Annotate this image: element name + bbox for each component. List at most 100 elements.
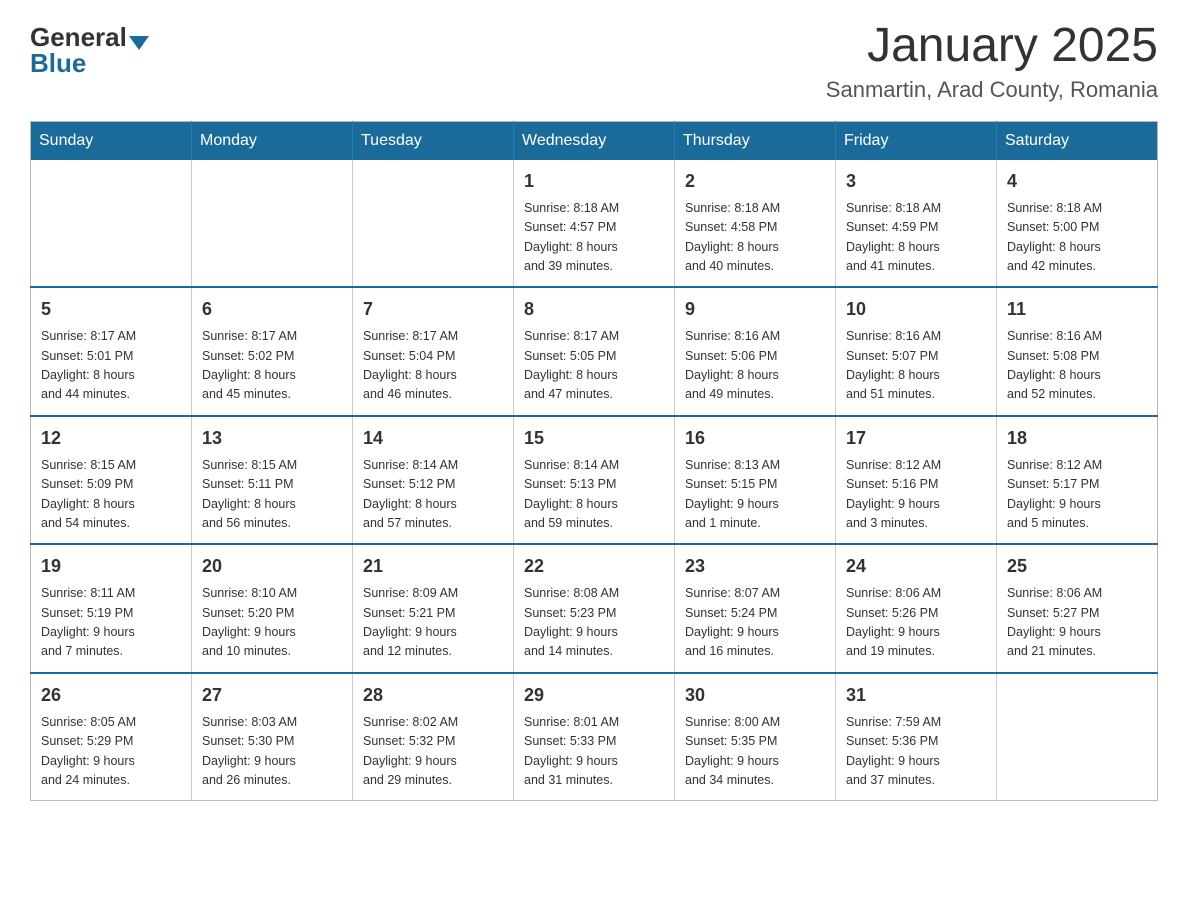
calendar-cell <box>997 673 1158 801</box>
calendar-week-4: 19 Sunrise: 8:11 AM Sunset: 5:19 PM Dayli… <box>31 544 1158 673</box>
calendar-cell: 15Sunrise: 8:14 AM Sunset: 5:13 PM Dayli… <box>514 416 675 545</box>
day-info: Sunrise: 8:08 AM Sunset: 5:23 PM Dayligh… <box>524 584 664 662</box>
day-info: Sunrise: 8:10 AM Sunset: 5:20 PM Dayligh… <box>202 584 342 662</box>
day-number: 6 <box>202 296 342 323</box>
day-info: Sunrise: 8:17 AM Sunset: 5:02 PM Dayligh… <box>202 327 342 405</box>
day-info: Sunrise: 8:09 AM Sunset: 5:21 PM Dayligh… <box>363 584 503 662</box>
logo-top-row: General <box>30 24 149 50</box>
calendar-cell: 18 Sunrise: 8:12 AM Sunset: 5:17 PM Dayli… <box>997 416 1158 545</box>
logo-blue-text: Blue <box>30 50 86 76</box>
calendar-cell: 14 Sunrise: 8:14 AM Sunset: 5:12 PM Dayli… <box>353 416 514 545</box>
day-info: Sunrise: 8:05 AM Sunset: 5:29 PM Dayligh… <box>41 713 181 791</box>
calendar-cell: 9 Sunrise: 8:16 AM Sunset: 5:06 PM Daylig… <box>675 287 836 416</box>
calendar-cell: 24Sunrise: 8:06 AM Sunset: 5:26 PM Dayli… <box>836 544 997 673</box>
day-info: Sunrise: 7:59 AM Sunset: 5:36 PM Dayligh… <box>846 713 986 791</box>
day-number: 31 <box>846 682 986 709</box>
calendar-cell: 17 Sunrise: 8:12 AM Sunset: 5:16 PM Dayli… <box>836 416 997 545</box>
day-info: Sunrise: 8:17 AM Sunset: 5:01 PM Dayligh… <box>41 327 181 405</box>
day-number: 29 <box>524 682 664 709</box>
title-block: January 2025 Sanmartin, Arad County, Rom… <box>826 20 1158 103</box>
day-info: Sunrise: 8:15 AM Sunset: 5:11 PM Dayligh… <box>202 456 342 534</box>
calendar-cell: 11Sunrise: 8:16 AM Sunset: 5:08 PM Dayli… <box>997 287 1158 416</box>
day-number: 14 <box>363 425 503 452</box>
calendar-cell: 25 Sunrise: 8:06 AM Sunset: 5:27 PM Dayli… <box>997 544 1158 673</box>
calendar-cell: 27Sunrise: 8:03 AM Sunset: 5:30 PM Dayli… <box>192 673 353 801</box>
calendar-cell: 19 Sunrise: 8:11 AM Sunset: 5:19 PM Dayli… <box>31 544 192 673</box>
calendar-body: 1 Sunrise: 8:18 AM Sunset: 4:57 PM Daylig… <box>31 160 1158 801</box>
calendar-cell: 16Sunrise: 8:13 AM Sunset: 5:15 PM Dayli… <box>675 416 836 545</box>
day-number: 18 <box>1007 425 1147 452</box>
day-number: 3 <box>846 168 986 195</box>
logo-arrow-icon <box>129 36 149 50</box>
day-number: 10 <box>846 296 986 323</box>
weekday-header-friday: Friday <box>836 121 997 160</box>
logo-general-text: General <box>30 24 127 50</box>
day-info: Sunrise: 8:16 AM Sunset: 5:07 PM Dayligh… <box>846 327 986 405</box>
day-info: Sunrise: 8:15 AM Sunset: 5:09 PM Dayligh… <box>41 456 181 534</box>
day-number: 26 <box>41 682 181 709</box>
calendar-cell: 26 Sunrise: 8:05 AM Sunset: 5:29 PM Dayli… <box>31 673 192 801</box>
day-info: Sunrise: 8:14 AM Sunset: 5:12 PM Dayligh… <box>363 456 503 534</box>
calendar-cell: 8 Sunrise: 8:17 AM Sunset: 5:05 PM Daylig… <box>514 287 675 416</box>
day-info: Sunrise: 8:14 AM Sunset: 5:13 PM Dayligh… <box>524 456 664 534</box>
day-info: Sunrise: 8:18 AM Sunset: 5:00 PM Dayligh… <box>1007 199 1147 277</box>
calendar-cell: 21 Sunrise: 8:09 AM Sunset: 5:21 PM Dayli… <box>353 544 514 673</box>
day-info: Sunrise: 8:00 AM Sunset: 5:35 PM Dayligh… <box>685 713 825 791</box>
calendar-cell: 13 Sunrise: 8:15 AM Sunset: 5:11 PM Dayli… <box>192 416 353 545</box>
calendar-cell: 4Sunrise: 8:18 AM Sunset: 5:00 PM Daylig… <box>997 160 1158 288</box>
day-number: 17 <box>846 425 986 452</box>
weekday-header-wednesday: Wednesday <box>514 121 675 160</box>
day-number: 1 <box>524 168 664 195</box>
calendar-cell: 2Sunrise: 8:18 AM Sunset: 4:58 PM Daylig… <box>675 160 836 288</box>
weekday-header-row: SundayMondayTuesdayWednesdayThursdayFrid… <box>31 121 1158 160</box>
weekday-header-saturday: Saturday <box>997 121 1158 160</box>
weekday-header-sunday: Sunday <box>31 121 192 160</box>
day-number: 22 <box>524 553 664 580</box>
day-number: 21 <box>363 553 503 580</box>
calendar-cell <box>31 160 192 288</box>
calendar-cell: 22 Sunrise: 8:08 AM Sunset: 5:23 PM Dayli… <box>514 544 675 673</box>
day-info: Sunrise: 8:06 AM Sunset: 5:27 PM Dayligh… <box>1007 584 1147 662</box>
day-number: 27 <box>202 682 342 709</box>
day-number: 28 <box>363 682 503 709</box>
calendar-cell <box>353 160 514 288</box>
calendar-table: SundayMondayTuesdayWednesdayThursdayFrid… <box>30 121 1158 802</box>
day-number: 7 <box>363 296 503 323</box>
calendar-cell: 5 Sunrise: 8:17 AM Sunset: 5:01 PM Daylig… <box>31 287 192 416</box>
day-info: Sunrise: 8:17 AM Sunset: 5:05 PM Dayligh… <box>524 327 664 405</box>
day-number: 11 <box>1007 296 1147 323</box>
day-number: 23 <box>685 553 825 580</box>
weekday-header-thursday: Thursday <box>675 121 836 160</box>
day-info: Sunrise: 8:12 AM Sunset: 5:16 PM Dayligh… <box>846 456 986 534</box>
calendar-cell: 1 Sunrise: 8:18 AM Sunset: 4:57 PM Daylig… <box>514 160 675 288</box>
calendar-cell <box>192 160 353 288</box>
logo-container: General Blue <box>30 24 149 76</box>
calendar-week-3: 12Sunrise: 8:15 AM Sunset: 5:09 PM Dayli… <box>31 416 1158 545</box>
page-header: General Blue January 2025 Sanmartin, Ara… <box>30 20 1158 103</box>
calendar-cell: 7 Sunrise: 8:17 AM Sunset: 5:04 PM Daylig… <box>353 287 514 416</box>
calendar-cell: 10 Sunrise: 8:16 AM Sunset: 5:07 PM Dayli… <box>836 287 997 416</box>
calendar-week-2: 5 Sunrise: 8:17 AM Sunset: 5:01 PM Daylig… <box>31 287 1158 416</box>
day-info: Sunrise: 8:17 AM Sunset: 5:04 PM Dayligh… <box>363 327 503 405</box>
weekday-header-monday: Monday <box>192 121 353 160</box>
day-number: 9 <box>685 296 825 323</box>
day-info: Sunrise: 8:16 AM Sunset: 5:06 PM Dayligh… <box>685 327 825 405</box>
day-number: 19 <box>41 553 181 580</box>
calendar-cell: 23Sunrise: 8:07 AM Sunset: 5:24 PM Dayli… <box>675 544 836 673</box>
calendar-cell: 6 Sunrise: 8:17 AM Sunset: 5:02 PM Daylig… <box>192 287 353 416</box>
day-number: 8 <box>524 296 664 323</box>
day-number: 16 <box>685 425 825 452</box>
day-info: Sunrise: 8:18 AM Sunset: 4:58 PM Dayligh… <box>685 199 825 277</box>
day-info: Sunrise: 8:12 AM Sunset: 5:17 PM Dayligh… <box>1007 456 1147 534</box>
day-number: 20 <box>202 553 342 580</box>
day-info: Sunrise: 8:11 AM Sunset: 5:19 PM Dayligh… <box>41 584 181 662</box>
day-info: Sunrise: 8:02 AM Sunset: 5:32 PM Dayligh… <box>363 713 503 791</box>
day-number: 5 <box>41 296 181 323</box>
day-number: 25 <box>1007 553 1147 580</box>
day-info: Sunrise: 8:18 AM Sunset: 4:57 PM Dayligh… <box>524 199 664 277</box>
calendar-cell: 12Sunrise: 8:15 AM Sunset: 5:09 PM Dayli… <box>31 416 192 545</box>
calendar-cell: 28 Sunrise: 8:02 AM Sunset: 5:32 PM Dayli… <box>353 673 514 801</box>
calendar-week-5: 26 Sunrise: 8:05 AM Sunset: 5:29 PM Dayli… <box>31 673 1158 801</box>
day-number: 13 <box>202 425 342 452</box>
calendar-week-1: 1 Sunrise: 8:18 AM Sunset: 4:57 PM Daylig… <box>31 160 1158 288</box>
